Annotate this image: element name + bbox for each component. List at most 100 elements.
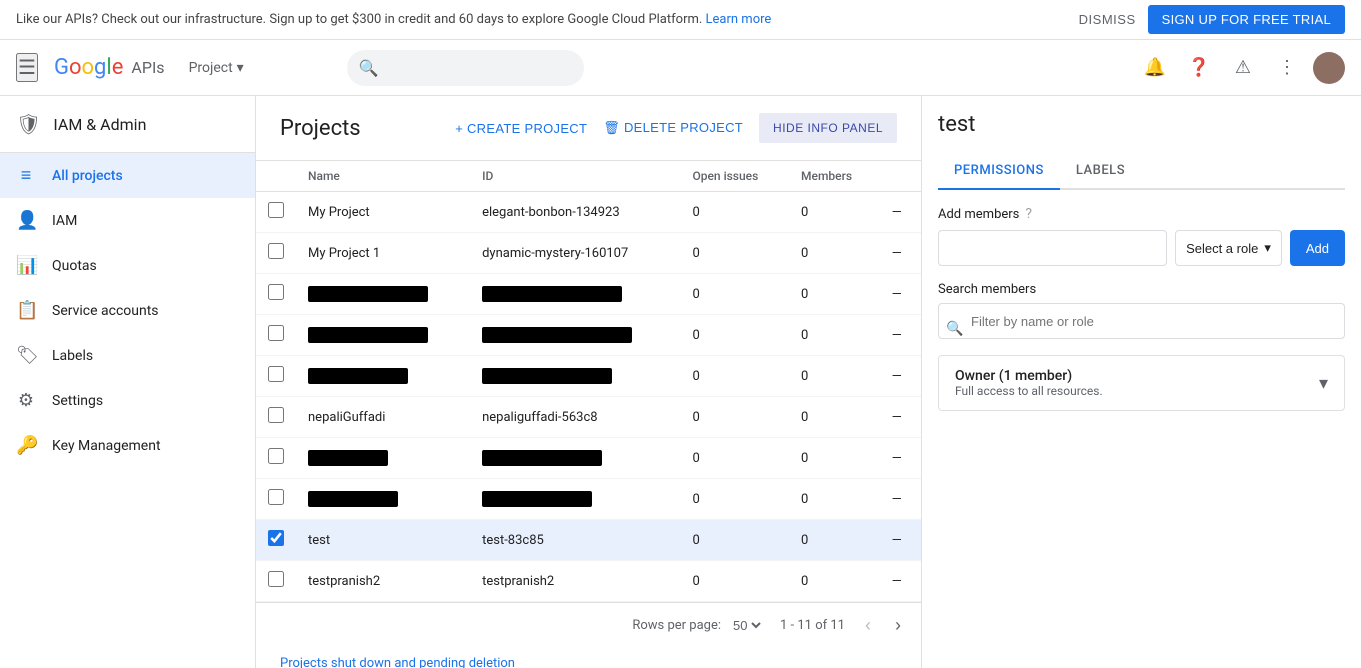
sidebar-item-service-accounts[interactable]: 📋 Service accounts <box>0 288 255 333</box>
delete-project-button[interactable]: 🗑 DELETE PROJECT <box>603 112 743 144</box>
sidebar-item-all-projects[interactable]: ≡ All projects <box>0 153 255 198</box>
row-issues: 0 <box>680 438 789 479</box>
row-checkbox[interactable] <box>268 489 284 505</box>
more-options-icon[interactable]: ⋮ <box>1269 50 1305 86</box>
project-selector-label: Project <box>189 60 233 76</box>
table-row: 0 0 — <box>256 438 921 479</box>
add-member-button[interactable]: Add <box>1290 230 1345 266</box>
row-extra: — <box>880 192 921 233</box>
sidebar-item-label: Quotas <box>52 258 97 274</box>
row-name: My Project 1 <box>296 233 470 274</box>
row-checkbox[interactable] <box>268 202 284 218</box>
shield-icon: 🛡 <box>16 112 41 136</box>
row-checkbox[interactable] <box>268 366 284 382</box>
row-name: nepaliGuffadi <box>296 397 470 438</box>
row-name: My Project <box>296 192 470 233</box>
search-container: 🔍 <box>347 50 947 86</box>
row-name: test <box>296 520 470 561</box>
owner-description: Full access to all resources. <box>955 384 1103 398</box>
labels-icon: 🏷 <box>16 345 36 366</box>
row-checkbox[interactable] <box>268 448 284 464</box>
tab-permissions[interactable]: PERMISSIONS <box>938 153 1060 190</box>
signup-button[interactable]: SIGN UP FOR FREE TRIAL <box>1148 5 1345 34</box>
row-name <box>296 274 470 315</box>
projects-title: Projects <box>280 116 439 141</box>
row-checkbox[interactable] <box>268 243 284 259</box>
row-checkbox[interactable] <box>268 284 284 300</box>
row-members: 0 <box>789 315 880 356</box>
sidebar-item-label: All projects <box>52 168 123 184</box>
main-layout: 🛡 IAM & Admin ≡ All projects 👤 IAM 📊 Quo… <box>0 96 1361 668</box>
add-members-label: Add members ? <box>938 206 1345 222</box>
row-issues: 0 <box>680 315 789 356</box>
pending-deletion-link[interactable]: Projects shut down and pending deletion <box>280 656 515 668</box>
owner-expand-icon[interactable]: ▾ <box>1319 373 1328 394</box>
row-members: 0 <box>789 233 880 274</box>
hide-info-panel-button[interactable]: HIDE INFO PANEL <box>759 113 897 143</box>
row-id: dynamic-mystery-160107 <box>470 233 680 274</box>
row-members: 0 <box>789 397 880 438</box>
banner-actions: DISMISS SIGN UP FOR FREE TRIAL <box>1079 5 1345 34</box>
row-issues: 0 <box>680 274 789 315</box>
table-row: My Project 1 dynamic-mystery-160107 0 0 … <box>256 233 921 274</box>
project-selector[interactable]: Project ▾ <box>189 60 244 76</box>
row-checkbox[interactable] <box>268 325 284 341</box>
row-issues: 0 <box>680 561 789 602</box>
row-extra: — <box>880 479 921 520</box>
row-checkbox[interactable] <box>268 571 284 587</box>
search-members-input[interactable] <box>938 303 1345 339</box>
row-extra: — <box>880 438 921 479</box>
help-icon[interactable]: ❓ <box>1181 50 1217 86</box>
next-page-button[interactable]: › <box>891 611 905 640</box>
select-role-chevron: ▾ <box>1264 240 1271 256</box>
content-area: Projects + CREATE PROJECT 🗑 DELETE PROJE… <box>256 96 921 668</box>
row-issues: 0 <box>680 356 789 397</box>
row-id: nepaliguffadi-563c8 <box>470 397 680 438</box>
service-accounts-icon: 📋 <box>16 300 36 321</box>
sidebar-item-settings[interactable]: ⚙ Settings <box>0 378 255 423</box>
row-members: 0 <box>789 438 880 479</box>
sidebar-item-label: Labels <box>52 348 93 364</box>
logo: Google APIs <box>54 55 165 80</box>
top-banner: Like our APIs? Check out our infrastruct… <box>0 0 1361 40</box>
sidebar-item-label: IAM <box>52 213 77 229</box>
dismiss-button[interactable]: DISMISS <box>1079 12 1136 27</box>
owner-title: Owner (1 member) <box>955 368 1103 384</box>
info-panel-tabs: PERMISSIONS LABELS <box>938 153 1345 190</box>
row-id <box>470 438 680 479</box>
quotas-icon: 📊 <box>16 255 36 276</box>
rows-per-page-select[interactable]: 50 25 10 <box>729 617 764 634</box>
sidebar-title: IAM & Admin <box>53 115 146 134</box>
row-id <box>470 274 680 315</box>
col-id: ID <box>470 161 680 192</box>
learn-more-link[interactable]: Learn more <box>706 12 772 27</box>
sidebar-item-labels[interactable]: 🏷 Labels <box>0 333 255 378</box>
row-id: elegant-bonbon-134923 <box>470 192 680 233</box>
row-extra: — <box>880 274 921 315</box>
row-extra: — <box>880 561 921 602</box>
row-extra: — <box>880 315 921 356</box>
projects-footer: Projects shut down and pending deletion <box>256 648 921 668</box>
search-members-container: 🔍 <box>938 303 1345 355</box>
select-role-button[interactable]: Select a role ▾ <box>1175 230 1282 266</box>
sidebar-item-key-management[interactable]: 🔑 Key Management <box>0 423 255 468</box>
avatar[interactable] <box>1313 52 1345 84</box>
notifications-icon[interactable]: 🔔 <box>1137 50 1173 86</box>
owner-section[interactable]: Owner (1 member) Full access to all reso… <box>938 355 1345 411</box>
menu-button[interactable]: ☰ <box>16 53 38 82</box>
members-input[interactable] <box>938 230 1167 266</box>
row-checkbox[interactable] <box>268 407 284 423</box>
sidebar-item-quotas[interactable]: 📊 Quotas <box>0 243 255 288</box>
row-checkbox[interactable] <box>268 530 284 546</box>
create-project-button[interactable]: + CREATE PROJECT <box>455 113 587 144</box>
sidebar-item-iam[interactable]: 👤 IAM <box>0 198 255 243</box>
row-members: 0 <box>789 192 880 233</box>
row-members: 0 <box>789 561 880 602</box>
row-issues: 0 <box>680 479 789 520</box>
help-icon[interactable]: ? <box>1025 206 1032 222</box>
prev-page-button[interactable]: ‹ <box>861 611 875 640</box>
search-input[interactable] <box>347 50 584 86</box>
tab-labels[interactable]: LABELS <box>1060 153 1141 190</box>
alert-icon[interactable]: ⚠ <box>1225 50 1261 86</box>
row-id <box>470 356 680 397</box>
